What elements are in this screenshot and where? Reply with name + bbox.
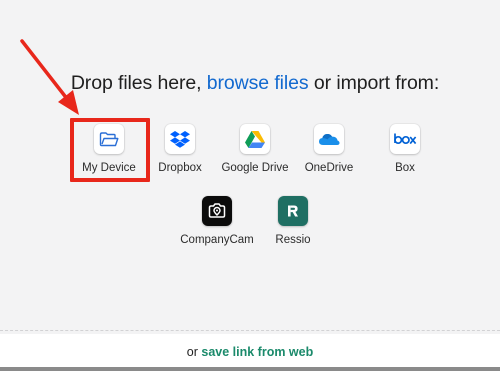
onedrive-tile[interactable]: [314, 124, 344, 154]
dropbox-icon: [170, 131, 190, 148]
bottom-edge: [0, 367, 500, 371]
save-link-from-web-link[interactable]: save link from web: [201, 345, 313, 359]
onedrive-icon: [319, 134, 340, 145]
box-icon: [394, 133, 417, 145]
footer-prefix: or: [186, 345, 198, 359]
companycam-icon: [208, 203, 226, 218]
provider-box[interactable]: Box: [359, 124, 451, 186]
box-tile[interactable]: [390, 124, 420, 154]
red-arrow-annotation: [20, 39, 79, 115]
headline-suffix: or import from:: [313, 72, 440, 94]
provider-label: CompanyCam: [180, 234, 254, 246]
provider-ressio[interactable]: Ressio: [247, 196, 339, 258]
provider-label: Google Drive: [221, 162, 289, 174]
ressio-icon: [288, 205, 298, 217]
google-drive-tile[interactable]: [240, 124, 270, 154]
footer-bar: or save link from web: [0, 334, 500, 367]
ressio-tile[interactable]: [278, 196, 308, 226]
provider-label: Dropbox: [158, 162, 202, 174]
headline-prefix: Drop files here,: [70, 72, 202, 94]
provider-label: OneDrive: [304, 162, 354, 174]
google-drive-icon: [245, 131, 265, 148]
provider-label: Box: [395, 162, 415, 174]
drop-zone-divider: [0, 330, 500, 331]
provider-label: Ressio: [275, 234, 311, 246]
dropbox-tile[interactable]: [165, 124, 195, 154]
highlight-box-annotation: [70, 118, 150, 182]
browse-files-link[interactable]: browse files: [207, 72, 309, 94]
companycam-tile[interactable]: [202, 196, 232, 226]
